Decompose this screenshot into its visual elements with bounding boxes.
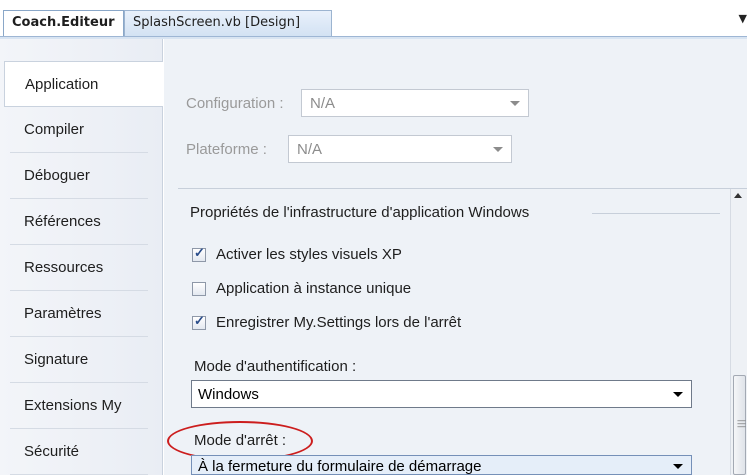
vertical-scrollbar[interactable]: — — —: [730, 189, 747, 475]
section-rule: [592, 213, 720, 214]
tab-coach-editeur[interactable]: Coach.Editeur: [3, 10, 124, 36]
nav-item-application[interactable]: Application: [4, 61, 163, 107]
document-tab-strip: Coach.Editeur SplashScreen.vb [Design] ▼: [0, 0, 747, 36]
nav-item-parametres[interactable]: Paramètres: [10, 291, 148, 337]
grip-icon: — — —: [737, 416, 746, 432]
tab-splashscreen-design[interactable]: SplashScreen.vb [Design]: [124, 10, 332, 36]
chevron-down-icon: [510, 101, 520, 106]
stop-mode-value: À la fermeture du formulaire de démarrag…: [198, 458, 482, 475]
scrollbar-thumb[interactable]: — — —: [733, 375, 746, 475]
stop-mode-label: Mode d'arrêt :: [194, 432, 287, 449]
configuration-value: N/A: [310, 95, 336, 112]
arrow-up-icon[interactable]: [734, 193, 742, 198]
nav-item-references[interactable]: Références: [10, 199, 148, 245]
nav-item-compiler[interactable]: Compiler: [10, 107, 148, 153]
configuration-combo: N/A: [301, 89, 529, 117]
nav-item-ressources[interactable]: Ressources: [10, 245, 148, 291]
check-icon: ✓: [194, 313, 205, 328]
single-instance-label: Application à instance unique: [216, 280, 412, 297]
auth-mode-value: Windows: [198, 386, 259, 403]
chevron-down-icon: [673, 392, 683, 397]
xp-styles-checkbox[interactable]: ✓: [192, 245, 206, 262]
nav-item-securite[interactable]: Sécurité: [10, 429, 148, 475]
save-settings-checkbox[interactable]: ✓: [192, 313, 206, 330]
property-pages-nav: Application Compiler Déboguer Références…: [0, 39, 163, 475]
nav-item-signature[interactable]: Signature: [10, 337, 148, 383]
application-page: Configuration : N/A Plateforme : N/A Pro…: [164, 39, 747, 475]
stop-mode-combo[interactable]: À la fermeture du formulaire de démarrag…: [191, 455, 692, 475]
tab-overflow-icon[interactable]: ▼: [739, 12, 747, 25]
platform-combo: N/A: [288, 135, 512, 163]
configuration-label: Configuration :: [186, 95, 284, 112]
auth-mode-combo[interactable]: Windows: [191, 380, 692, 408]
chevron-down-icon: [493, 147, 503, 152]
check-icon: ✓: [194, 245, 205, 260]
platform-label: Plateforme :: [186, 141, 267, 158]
nav-item-deboguer[interactable]: Déboguer: [10, 153, 148, 199]
xp-styles-label: Activer les styles visuels XP: [216, 246, 402, 263]
nav-item-extensions-my[interactable]: Extensions My: [10, 383, 148, 429]
section-title: Propriétés de l'infrastructure d'applica…: [190, 204, 530, 221]
save-settings-label: Enregistrer My.Settings lors de l'arrêt: [216, 314, 462, 331]
separator: [178, 188, 747, 189]
chevron-down-icon: [673, 464, 683, 469]
single-instance-checkbox[interactable]: [192, 282, 206, 296]
auth-mode-label: Mode d'authentification :: [194, 358, 357, 375]
platform-value: N/A: [297, 141, 323, 158]
